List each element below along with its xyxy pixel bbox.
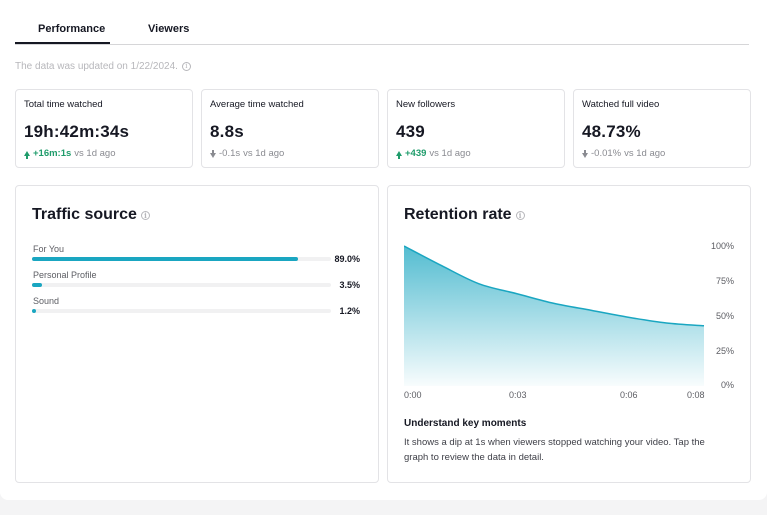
stat-label: Average time watched <box>210 99 304 110</box>
retention-chart[interactable] <box>404 244 706 386</box>
stat-value: 8.8s <box>210 122 244 141</box>
y-tick-label: 0% <box>720 380 734 390</box>
key-moments-text: It shows a dip at 1s when viewers stoppe… <box>404 437 705 463</box>
updated-text: The data was updated on 1/22/2024. <box>15 61 178 72</box>
traffic-row-percent: 1.2% <box>339 306 360 316</box>
stat-delta-suffix: vs 1d ago <box>624 148 666 159</box>
traffic-row-bar <box>32 283 43 287</box>
arrow-up-icon <box>396 151 402 159</box>
traffic-row-track <box>32 283 331 287</box>
info-icon[interactable]: i <box>515 210 525 220</box>
arrow-down-icon <box>210 150 216 158</box>
y-tick-label: 50% <box>715 311 734 321</box>
stat-delta: +16m:1s vs 1d ago <box>24 148 116 159</box>
stat-delta: -0.01% vs 1d ago <box>582 148 665 159</box>
y-tick-label: 100% <box>710 241 734 251</box>
x-tick-label: 0:08 <box>687 390 705 400</box>
stat-card-total-time: Total time watched 19h:42m:34s +16m:1s v… <box>15 89 193 168</box>
stat-delta-suffix: vs 1d ago <box>243 148 285 159</box>
traffic-row-label: Personal Profile <box>33 270 97 280</box>
stat-delta: -0.1s vs 1d ago <box>210 148 284 159</box>
stat-value: 48.73% <box>582 122 641 141</box>
retention-area <box>404 246 704 386</box>
key-moments-title: Understand key moments <box>404 418 527 429</box>
stat-delta-value: +439 <box>405 148 427 159</box>
traffic-row-label: Sound <box>33 296 60 306</box>
panel-title-text: Retention rate <box>404 206 512 223</box>
stat-delta-value: -0.01% <box>591 148 622 159</box>
traffic-row-track <box>32 309 331 313</box>
stat-delta-value: +16m:1s <box>33 148 72 159</box>
arrow-up-icon <box>24 151 30 159</box>
retention-panel: Retention rate i 100% 75% 50% 25% 0% 0:0… <box>387 185 751 483</box>
stat-card-average-time: Average time watched 8.8s -0.1s vs 1d ag… <box>201 89 379 168</box>
traffic-row-percent: 3.5% <box>339 280 360 290</box>
stat-card-new-followers: New followers 439 +439 vs 1d ago <box>387 89 565 168</box>
stat-label: Watched full video <box>582 99 660 110</box>
traffic-row-bar <box>32 257 299 261</box>
info-icon[interactable]: i <box>181 62 191 71</box>
stat-card-watched-full: Watched full video 48.73% -0.01% vs 1d a… <box>573 89 751 168</box>
traffic-source-panel: Traffic source i For You 89.0% Personal … <box>15 185 379 483</box>
traffic-source-title: Traffic source i <box>32 206 150 224</box>
x-tick-label: 0:03 <box>509 390 527 400</box>
analytics-page: Performance Viewers The data was updated… <box>0 0 767 500</box>
panel-title-text: Traffic source <box>32 206 137 223</box>
stat-label: New followers <box>396 99 456 110</box>
info-icon[interactable]: i <box>140 210 150 220</box>
traffic-row-bar <box>32 309 36 313</box>
stat-delta-suffix: vs 1d ago <box>429 148 471 159</box>
tab-viewers[interactable]: Viewers <box>148 23 189 35</box>
stat-delta-suffix: vs 1d ago <box>74 148 116 159</box>
stat-delta: +439 vs 1d ago <box>396 148 471 159</box>
arrow-down-icon <box>582 150 588 158</box>
x-tick-label: 0:06 <box>620 390 638 400</box>
traffic-row-label: For You <box>33 244 65 254</box>
traffic-row-percent: 89.0% <box>334 254 360 264</box>
y-tick-label: 25% <box>715 346 734 356</box>
stat-delta-value: -0.1s <box>219 148 241 159</box>
updated-notice: The data was updated on 1/22/2024. i <box>15 61 191 72</box>
stat-value: 19h:42m:34s <box>24 122 130 141</box>
traffic-row-track <box>32 257 331 261</box>
retention-title: Retention rate i <box>404 206 525 224</box>
y-tick-label: 75% <box>715 276 734 286</box>
tab-bar: Performance Viewers <box>14 16 749 45</box>
stat-value: 439 <box>396 122 425 141</box>
stat-label: Total time watched <box>24 99 103 110</box>
x-tick-label: 0:00 <box>404 390 422 400</box>
tab-performance[interactable]: Performance <box>14 23 111 44</box>
